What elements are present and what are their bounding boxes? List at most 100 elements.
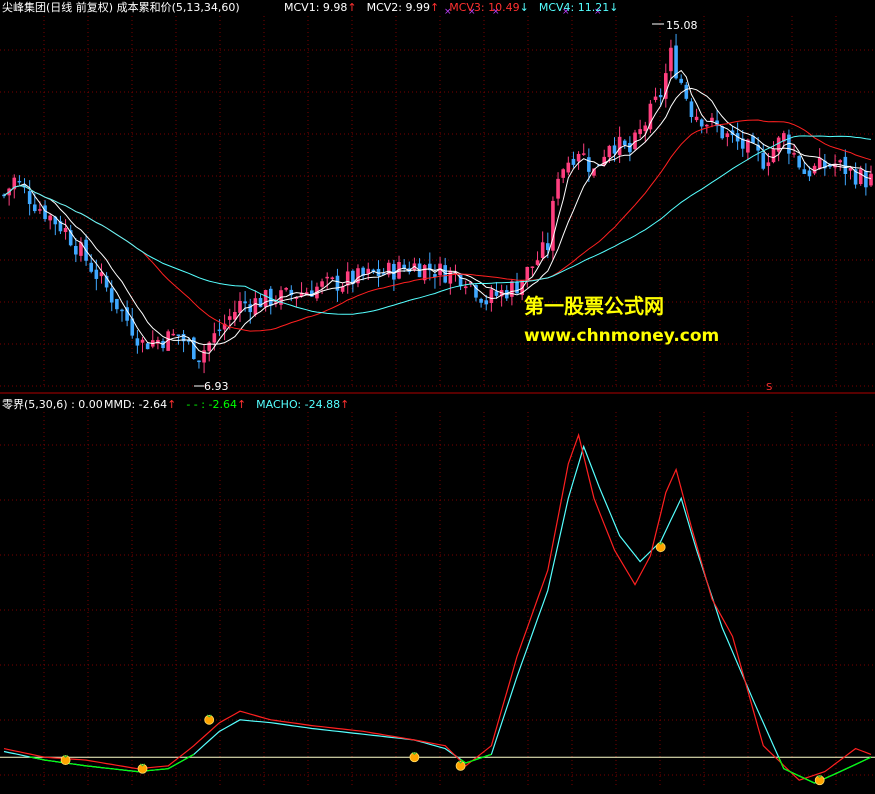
below-zero-segment — [91, 766, 96, 767]
candle-body — [613, 145, 617, 153]
below-zero-segment — [127, 770, 132, 771]
below-zero-segment — [101, 768, 106, 769]
candle-body — [325, 277, 329, 279]
candle-body — [531, 266, 535, 268]
mcv3-line — [4, 120, 871, 331]
below-zero-segment — [471, 760, 476, 762]
candle-body — [726, 133, 730, 137]
candle-body — [546, 243, 550, 250]
candle-body — [238, 301, 242, 313]
candle-body — [95, 270, 99, 279]
mcv4-line — [4, 136, 871, 314]
candle-body — [479, 299, 483, 303]
candle-body — [218, 330, 222, 332]
candle-body — [110, 288, 114, 302]
candle-body — [792, 153, 796, 155]
candle-body — [510, 281, 514, 297]
below-zero-segment — [112, 769, 117, 770]
below-zero-segment — [86, 766, 91, 767]
candle-body — [264, 290, 268, 307]
low-price-label: 6.93 — [204, 380, 229, 393]
candle-body — [864, 171, 868, 187]
candle-body — [33, 204, 37, 211]
candle-body — [638, 129, 642, 134]
below-zero-segment — [845, 767, 850, 769]
macho-line — [4, 447, 871, 784]
candle-body — [618, 137, 622, 155]
candle-body — [582, 153, 586, 155]
below-zero-segment — [71, 764, 76, 765]
candle-body — [38, 209, 42, 211]
upper-legend-arrow-1: ↑ — [430, 1, 439, 14]
candle-body — [577, 154, 581, 161]
lower-legend-label-2: MACHO: -24.88 — [256, 398, 340, 411]
lower-legend: MMD: -2.64↑- - : -2.64↑MACHO: -24.88↑ — [104, 398, 359, 411]
mcv1-line — [4, 71, 871, 354]
candle-body — [48, 216, 52, 221]
below-zero-segment — [804, 778, 809, 780]
below-zero-segment — [861, 760, 866, 762]
candle-body — [628, 143, 632, 152]
below-zero-segment — [45, 760, 50, 761]
candle-body — [64, 228, 68, 232]
mcv2-line — [4, 88, 871, 344]
below-zero-segment — [55, 762, 60, 763]
candle-body — [177, 334, 181, 336]
upper-legend-arrow-2: ↓ — [520, 1, 529, 14]
candle-body — [659, 95, 663, 97]
candle-body — [248, 304, 252, 312]
below-zero-segment — [81, 765, 86, 766]
candle-body — [141, 340, 145, 343]
candle-body — [808, 171, 812, 177]
below-zero-segment — [117, 769, 122, 770]
candle-body — [515, 282, 519, 294]
below-zero-segment — [486, 754, 491, 756]
candle-body — [89, 263, 93, 272]
lower-legend-arrow-1: ↑ — [237, 398, 246, 411]
candle-body — [18, 181, 22, 183]
candle-body — [269, 289, 273, 306]
chart-stage: ××××× 尖峰集团(日线 前复权) 成本累和价(5,13,34,60) MCV… — [0, 0, 875, 790]
below-zero-segment — [840, 769, 845, 771]
candle-body — [74, 246, 78, 255]
below-zero-segment — [779, 757, 784, 769]
candle-body — [772, 149, 776, 162]
indicator-layer — [0, 435, 875, 783]
candle-body — [331, 277, 335, 279]
upper-legend-label-1: MCV2: 9.99 — [367, 1, 430, 14]
below-zero-segment — [122, 770, 127, 771]
chart-canvas: ××××× — [0, 0, 875, 790]
below-zero-segment — [96, 767, 101, 768]
candle-body — [464, 286, 468, 288]
mmd-line — [4, 435, 871, 780]
below-zero-segment — [825, 776, 830, 778]
below-zero-segment — [40, 759, 45, 760]
candle-body — [171, 334, 175, 336]
candle-body — [567, 163, 571, 173]
candle-body — [777, 138, 781, 152]
candle-body — [685, 85, 689, 99]
candle-body — [623, 141, 627, 145]
candle-body — [587, 157, 591, 172]
candle-body — [346, 271, 350, 285]
below-zero-segment — [476, 758, 481, 760]
candle-body — [495, 291, 499, 296]
lower-legend-label-1: - - : -2.64 — [186, 398, 237, 411]
candle-body — [43, 205, 47, 219]
candle-body — [803, 169, 807, 174]
candle-body — [320, 281, 324, 286]
candle-body — [761, 153, 765, 169]
candle-body — [608, 146, 612, 157]
candle-body — [228, 316, 232, 320]
candle-body — [115, 299, 119, 309]
sell-signal-label: S — [766, 381, 772, 394]
candle-body — [679, 79, 683, 83]
candle-body — [695, 117, 699, 120]
moving-average-layer — [4, 71, 871, 354]
candle-body — [669, 48, 673, 71]
candle-body — [146, 343, 150, 349]
candle-body — [643, 126, 647, 132]
below-zero-segment — [76, 764, 81, 765]
candle-body — [254, 298, 258, 315]
upper-legend-label-2: MCV3: 10.49 — [449, 1, 519, 14]
